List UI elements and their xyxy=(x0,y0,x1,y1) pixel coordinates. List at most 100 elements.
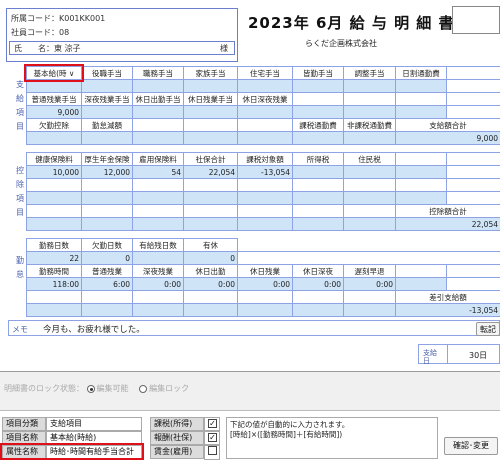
deduction-value[interactable]: 12,000 xyxy=(81,165,133,179)
deduction-value[interactable]: -13,054 xyxy=(237,165,293,179)
payment-header[interactable]: 日割通勤費 xyxy=(395,66,447,80)
attendance-value[interactable]: 0:00 xyxy=(343,277,396,291)
description-line: [時給]×([勤務時間]＋[有給時間]) xyxy=(230,430,343,439)
attendance-header[interactable]: 普通残業 xyxy=(81,264,133,278)
payment-header[interactable]: 課税通勤費 xyxy=(292,118,344,132)
deduction-table: 健康保険料 厚生年金保険 雇用保険料 社保合計 課税対象額 所得税 住民税 10… xyxy=(26,152,500,231)
name-row: 氏 名：東 涼子 様 xyxy=(9,41,235,55)
attendance-header[interactable]: 欠勤日数 xyxy=(81,238,133,252)
memo-label: メモ xyxy=(12,325,28,334)
deduction-header[interactable]: 厚生年金保険 xyxy=(81,152,133,166)
payment-header[interactable]: 深夜残業手当 xyxy=(81,92,133,106)
attendance-side-label: 勤怠 xyxy=(16,256,24,279)
lock-option-locked[interactable]: 編集ロック xyxy=(139,384,189,393)
deduction-total-header: 控除額合計 xyxy=(395,204,500,218)
company-name: らくだ企画株式会社 xyxy=(305,39,377,48)
net-pay-value: -13,054 xyxy=(394,303,500,317)
deduction-header[interactable]: 住民税 xyxy=(343,152,396,166)
attendance-header[interactable]: 有休 xyxy=(183,238,238,252)
attendance-header[interactable]: 勤務日数 xyxy=(26,238,82,252)
attendance-value[interactable]: 6:00 xyxy=(81,277,133,291)
radio-icon[interactable] xyxy=(139,384,148,393)
social-checkbox[interactable]: ✓ xyxy=(208,433,217,442)
deduction-header[interactable]: 健康保険料 xyxy=(26,152,82,166)
wage-label: 賃金(雇用) xyxy=(150,445,204,459)
employee-info-box: 所属コード：K001KK001 社員コード：08 氏 名：東 涼子 様 xyxy=(6,8,238,62)
description-box: 下記の値が自動的に入力されます。 [時給]×([勤務時間]＋[有給時間]) xyxy=(226,417,438,459)
highlight-basic-pay xyxy=(24,64,84,82)
honorific: 様 xyxy=(220,44,228,53)
transfer-button[interactable]: 転記 xyxy=(476,322,500,336)
tax-label: 課税(所得) xyxy=(150,417,204,431)
page-title: 2023年 6月 給 与 明 細 書 xyxy=(248,14,455,32)
lock-label: 明細書のロック状態： xyxy=(4,384,84,393)
payment-header[interactable]: 役職手当 xyxy=(81,66,133,80)
attendance-value[interactable]: 118:00 xyxy=(26,277,82,291)
payment-header[interactable]: 調整手当 xyxy=(343,66,396,80)
payment-header[interactable]: 皆勤手当 xyxy=(292,66,344,80)
payment-table: 基本給(時 ∨ 役職手当 職務手当 家族手当 住宅手当 皆勤手当 調整手当 日割… xyxy=(26,66,500,145)
category-value: 支給項目 xyxy=(46,417,142,431)
attendance-header[interactable]: 休日深夜 xyxy=(292,264,344,278)
attendance-header[interactable]: 勤務時間 xyxy=(26,264,82,278)
payment-header[interactable]: 休日残業手当 xyxy=(183,92,238,106)
payment-header[interactable]: 普通残業手当 xyxy=(26,92,82,106)
attendance-value[interactable]: 0:00 xyxy=(183,277,238,291)
attendance-value[interactable]: 0 xyxy=(81,251,133,265)
payment-header[interactable]: 非課税通勤費 xyxy=(343,118,396,132)
payment-header[interactable]: 住宅手当 xyxy=(237,66,293,80)
payment-total-value: 9,000 xyxy=(395,131,500,145)
attendance-header[interactable]: 遅刻早退 xyxy=(343,264,396,278)
payment-side-label: 支給項目 xyxy=(16,80,24,131)
payment-header[interactable]: 休日出勤手当 xyxy=(132,92,184,106)
attendance-value[interactable]: 0:00 xyxy=(237,277,293,291)
attendance-value[interactable]: 0:00 xyxy=(292,277,344,291)
attendance-table: 勤務日数 欠勤日数 有給残日数 有休 22 0 0 勤務時間 普通残業 深夜残業… xyxy=(26,238,500,317)
payday-label: 支給日 xyxy=(423,349,437,365)
net-pay-header: 差引支給額 xyxy=(394,290,500,304)
deduction-header[interactable]: 課税対象額 xyxy=(237,152,293,166)
category-label: 項目分類 xyxy=(2,417,46,431)
deduction-header[interactable]: 社保合計 xyxy=(183,152,238,166)
payment-header[interactable]: 職務手当 xyxy=(132,66,184,80)
attendance-header[interactable]: 休日残業 xyxy=(237,264,293,278)
deduction-value[interactable]: 10,000 xyxy=(26,165,82,179)
payment-header[interactable]: 欠勤控除 xyxy=(26,118,82,132)
confirm-change-button[interactable]: 確認･変更 xyxy=(444,437,498,455)
payslip-document: 所属コード：K001KK001 社員コード：08 氏 名：東 涼子 様 2023… xyxy=(0,0,500,372)
payday-value: 30日 xyxy=(469,351,488,360)
attendance-header[interactable]: 深夜残業 xyxy=(132,264,184,278)
attendance-header[interactable]: 休日出勤 xyxy=(183,264,238,278)
deduction-header[interactable]: 雇用保険料 xyxy=(132,152,184,166)
wage-checkbox[interactable] xyxy=(208,446,217,455)
payment-header[interactable]: 休日深夜残業 xyxy=(237,92,293,106)
employee-name: 氏 名：東 涼子 xyxy=(14,44,81,53)
payment-header[interactable]: 家族手当 xyxy=(183,66,238,80)
employee-code: 社員コード：08 xyxy=(11,28,70,37)
lock-option-editable[interactable]: 編集可能 xyxy=(86,384,129,393)
deduction-total-value: 22,054 xyxy=(395,217,500,231)
seal-box xyxy=(452,6,500,34)
tax-checkbox[interactable]: ✓ xyxy=(208,419,217,428)
deduction-side-label: 控除項目 xyxy=(16,166,24,217)
office-code: 所属コード：K001KK001 xyxy=(11,14,106,23)
payment-total-header: 支給額合計 xyxy=(395,118,500,132)
payment-header[interactable]: 勤怠減額 xyxy=(81,118,133,132)
attendance-value[interactable]: 0 xyxy=(183,251,238,265)
attendance-value[interactable]: 22 xyxy=(26,251,82,265)
payday-box: 支給日 30日 xyxy=(418,344,500,365)
memo-row: メモ 今月も、お疲れ様でした。 xyxy=(8,320,500,336)
memo-text[interactable]: 今月も、お疲れ様でした。 xyxy=(43,323,145,335)
description-line: 下記の値が自動的に入力されます。 xyxy=(230,420,350,429)
attendance-value[interactable]: 0:00 xyxy=(132,277,184,291)
social-label: 報酬(社保) xyxy=(150,431,204,445)
lock-state: 明細書のロック状態： 編集可能 編集ロック xyxy=(4,383,189,394)
deduction-value[interactable]: 54 xyxy=(132,165,184,179)
radio-icon[interactable] xyxy=(86,384,95,393)
highlight-attribute xyxy=(0,443,144,460)
attendance-header[interactable]: 有給残日数 xyxy=(132,238,184,252)
payment-value[interactable]: 9,000 xyxy=(26,105,82,119)
deduction-value[interactable]: 22,054 xyxy=(183,165,238,179)
property-panel: 項目分類 支給項目 項目名称 基本給(時給) 属性名称 時給･時間有給手当合計 … xyxy=(0,410,500,464)
deduction-header[interactable]: 所得税 xyxy=(292,152,344,166)
